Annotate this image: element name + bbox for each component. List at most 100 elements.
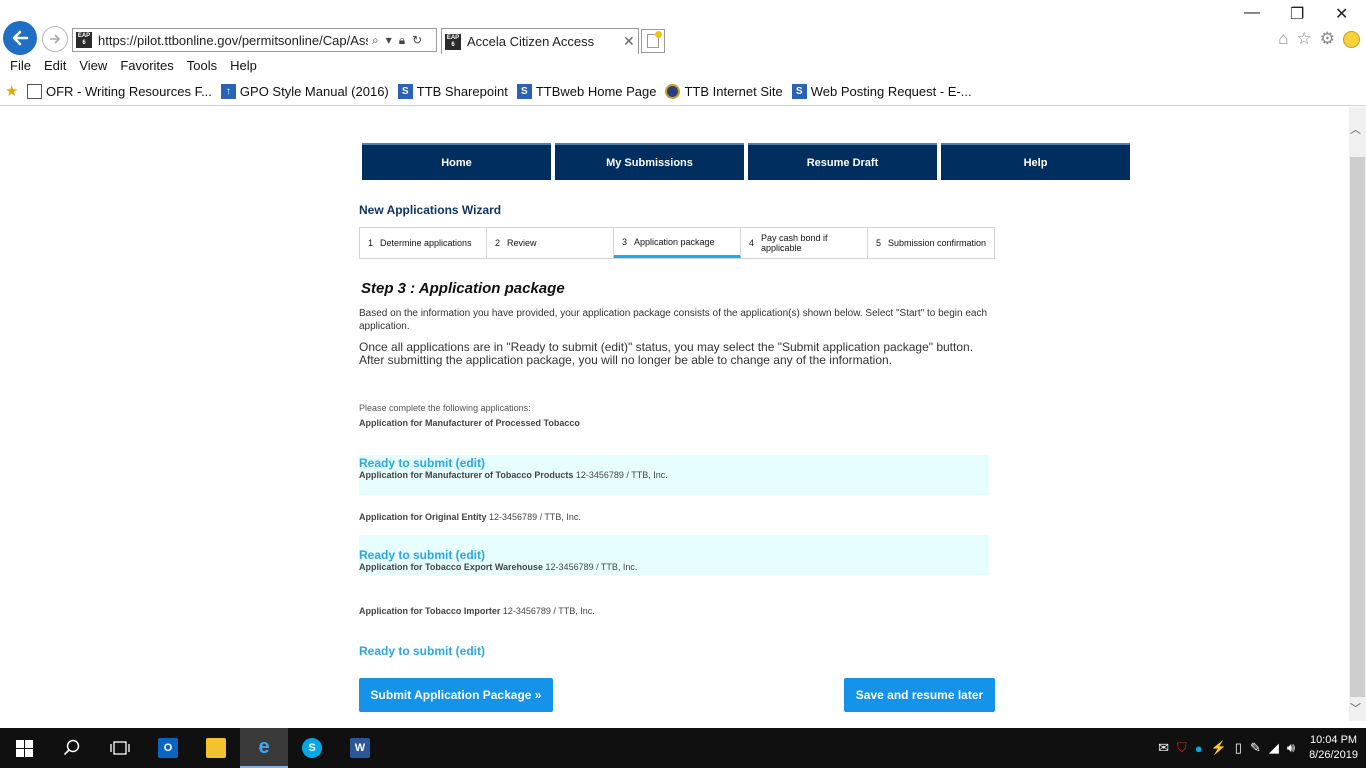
internet-explorer-taskbar-button[interactable]: e (240, 728, 288, 768)
internet-explorer-icon: e (258, 735, 270, 758)
home-icon[interactable]: ⌂ (1278, 30, 1288, 48)
pen-tray-icon[interactable]: ✎ (1250, 740, 1261, 756)
outlook-taskbar-button[interactable]: O (144, 728, 192, 768)
address-bar[interactable]: EAP 6 https://pilot.ttbonline.gov/permit… (72, 28, 437, 52)
application-name: Application for Tobacco Importer (359, 606, 501, 616)
favorites-star-icon[interactable]: ☆ (1297, 30, 1312, 48)
save-and-resume-later-button[interactable]: Save and resume later (844, 678, 995, 712)
page-scrollbar[interactable]: ︿ ﹀ (1349, 107, 1366, 721)
tab-favicon: EAP 6 (445, 33, 461, 50)
word-taskbar-button[interactable]: W (336, 728, 384, 768)
dropdown-icon[interactable]: ▾ (386, 33, 392, 47)
menu-help[interactable]: Help (220, 56, 257, 76)
favorite-web-posting[interactable]: S Web Posting Request - E-... (791, 83, 972, 99)
step-title: Step 3 : Application package (361, 280, 565, 297)
application-line: Application for Original Entity 12-34567… (359, 512, 989, 522)
ready-to-submit-link[interactable]: Ready to submit (edit) (359, 548, 989, 562)
favorite-ttb-sharepoint[interactable]: S TTB Sharepoint (397, 83, 508, 99)
step-label: Submission confirmation (888, 238, 987, 248)
nav-home[interactable]: Home (362, 143, 551, 180)
scroll-down-icon[interactable]: ﹀ (1350, 700, 1361, 716)
intro-text: Based on the information you have provid… (359, 308, 988, 332)
nav-help[interactable]: Help (941, 143, 1130, 180)
favorite-label: OFR - Writing Resources F... (46, 83, 212, 99)
search-icon (63, 739, 80, 756)
clock-date: 8/26/2019 (1309, 749, 1358, 761)
menu-favorites[interactable]: Favorites (110, 56, 173, 76)
settings-gear-icon[interactable]: ⚙ (1320, 30, 1335, 48)
wizard-step-2: 2 Review (487, 228, 614, 258)
favorite-ofr[interactable]: OFR - Writing Resources F... (27, 83, 212, 99)
clock-time: 10:04 PM (1309, 734, 1358, 746)
application-line: Application for Tobacco Importer 12-3456… (359, 606, 989, 616)
application-row: Application for Tobacco Importer 12-3456… (359, 606, 989, 620)
skype-taskbar-button[interactable]: S (288, 728, 336, 768)
browser-tab[interactable]: EAP 6 Accela Citizen Access ✕ (441, 28, 639, 54)
volume-tray-icon[interactable]: 🔊︎ (1287, 740, 1295, 756)
favorite-label: TTBweb Home Page (535, 83, 657, 99)
close-window-icon[interactable]: ✕ (1335, 4, 1348, 24)
mcafee-tray-icon[interactable]: ⛉ (1177, 740, 1187, 756)
forward-arrow-icon (50, 34, 61, 44)
wizard-step-3: 3 Application package (614, 228, 741, 258)
application-detail: 12-3456789 / TTB, Inc. (502, 606, 595, 616)
device-tray-icon[interactable]: ▯ (1235, 740, 1242, 756)
application-row: Ready to submit (edit) Application for M… (359, 455, 989, 495)
ready-to-submit-link[interactable]: Ready to submit (edit) (359, 456, 989, 470)
search-icon[interactable]: ⌕ (372, 33, 379, 48)
tab-close-icon[interactable]: ✕ (623, 33, 635, 50)
sharepoint-icon: S (516, 83, 532, 99)
feedback-smiley-icon[interactable] (1343, 30, 1360, 48)
outlook-icon: O (158, 738, 178, 758)
word-icon: W (350, 738, 370, 758)
forward-button[interactable] (42, 26, 68, 52)
menu-edit[interactable]: Edit (34, 56, 66, 76)
refresh-icon[interactable]: ↻ (412, 33, 422, 47)
menu-view[interactable]: View (69, 56, 107, 76)
favorite-ttb-internet[interactable]: TTB Internet Site (665, 83, 783, 99)
lock-icon[interactable]: 🔒︎ (399, 33, 405, 48)
favorite-label: TTB Sharepoint (416, 83, 508, 99)
ready-to-submit-link[interactable]: Ready to submit (edit) (359, 644, 989, 658)
add-favorites-star-icon[interactable]: ★ (5, 82, 23, 100)
wizard-step-5: 5 Submission confirmation (868, 228, 994, 258)
new-tab-icon (647, 31, 662, 48)
application-line: Application for Tobacco Export Warehouse… (359, 562, 989, 572)
scroll-thumb[interactable] (1350, 157, 1365, 697)
application-row: Application for Original Entity 12-34567… (359, 512, 989, 526)
favorite-gpo[interactable]: ↑ GPO Style Manual (2016) (220, 83, 389, 99)
site-favicon: EAP 6 (76, 32, 92, 48)
wifi-tray-icon[interactable]: ◢ (1269, 740, 1279, 756)
outlook-tray-icon[interactable]: ✉ (1158, 740, 1169, 756)
step-label: Pay cash bond if applicable (761, 233, 828, 253)
taskbar-clock[interactable]: 10:04 PM 8/26/2019 (1309, 733, 1358, 763)
address-url[interactable]: https://pilot.ttbonline.gov/permitsonlin… (98, 33, 368, 48)
back-button[interactable] (3, 21, 37, 55)
system-tray: ✉ ⛉ ● ⚡ ▯ ✎ ◢ 🔊︎ 10:04 PM 8/26/2019 (1158, 728, 1366, 768)
main-nav: Home My Submissions Resume Draft Help (362, 143, 1130, 180)
restore-icon[interactable]: ❐ (1290, 4, 1304, 24)
scroll-up-icon[interactable]: ︿ (1350, 121, 1361, 137)
application-row: Ready to submit (edit) Application for T… (359, 535, 989, 575)
application-detail: 12-3456789 / TTB, Inc. (575, 470, 668, 480)
nav-my-submissions[interactable]: My Submissions (555, 143, 744, 180)
task-view-icon (110, 741, 130, 755)
start-button[interactable] (0, 728, 48, 768)
nav-resume-draft[interactable]: Resume Draft (748, 143, 937, 180)
favorite-ttbweb[interactable]: S TTBweb Home Page (516, 83, 657, 99)
windows-logo-icon (15, 739, 33, 757)
submit-application-package-button[interactable]: Submit Application Package » (359, 678, 553, 712)
application-detail: 12-3456789 / TTB, Inc. (489, 512, 581, 522)
new-tab-button[interactable] (641, 29, 665, 53)
skype-icon: S (302, 738, 322, 758)
search-taskbar-button[interactable] (48, 728, 96, 768)
menu-file[interactable]: File (0, 56, 31, 76)
minimize-icon[interactable]: — (1244, 4, 1260, 22)
gpo-icon: ↑ (220, 83, 236, 99)
menu-tools[interactable]: Tools (177, 56, 217, 76)
file-explorer-taskbar-button[interactable] (192, 728, 240, 768)
task-view-button[interactable] (96, 728, 144, 768)
network-tray-icon[interactable]: ⚡ (1211, 740, 1227, 756)
skype-tray-icon[interactable]: ● (1195, 741, 1203, 756)
application-name: Application for Tobacco Export Warehouse (359, 562, 544, 572)
